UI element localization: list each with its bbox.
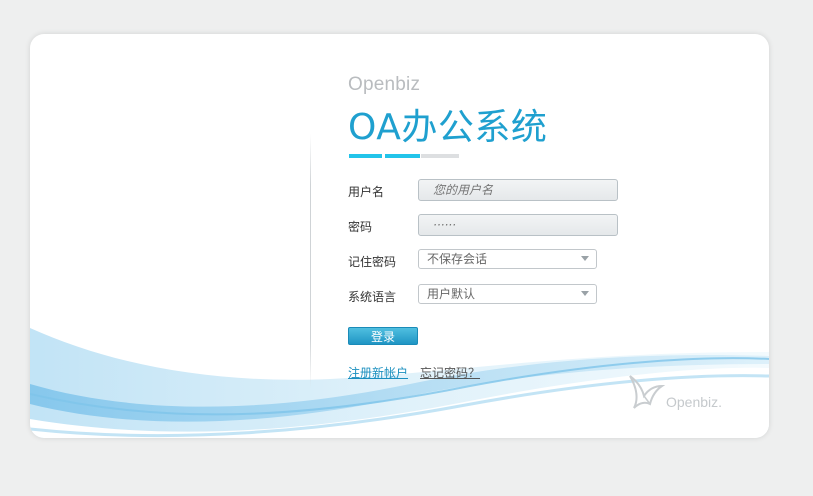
- language-label: 系统语言: [348, 290, 397, 304]
- chevron-down-icon: [581, 256, 589, 261]
- password-input[interactable]: [418, 214, 618, 236]
- title-underline: [349, 154, 459, 158]
- forgot-password-link[interactable]: 忘记密码？: [420, 364, 480, 381]
- register-link[interactable]: 注册新帐户: [348, 364, 408, 381]
- language-select[interactable]: 用户默认: [418, 284, 597, 304]
- language-select-value: 用户默认: [427, 287, 476, 301]
- underline-segment: [349, 154, 382, 158]
- footer-logo-text: Openbiz.: [666, 394, 723, 410]
- password-label: 密码: [348, 220, 373, 234]
- page-title: OA办公系统: [348, 107, 548, 148]
- login-card: Openbiz OA办公系统 用户名 密码 记住密码 不保存会话 系统语言 用户…: [30, 34, 769, 438]
- brand-small: Openbiz: [348, 74, 421, 95]
- chevron-down-icon: [581, 291, 589, 296]
- username-label: 用户名: [348, 185, 385, 199]
- remember-label: 记住密码: [348, 255, 397, 269]
- underline-segment: [421, 154, 459, 158]
- remember-select-value: 不保存会话: [427, 252, 488, 266]
- login-button[interactable]: 登录: [348, 327, 418, 345]
- vertical-divider: [310, 134, 311, 389]
- underline-segment: [385, 154, 420, 158]
- remember-select[interactable]: 不保存会话: [418, 249, 597, 269]
- bird-logo-icon: [629, 375, 666, 409]
- username-input[interactable]: [418, 179, 618, 201]
- footer-logo: Openbiz.: [628, 372, 738, 416]
